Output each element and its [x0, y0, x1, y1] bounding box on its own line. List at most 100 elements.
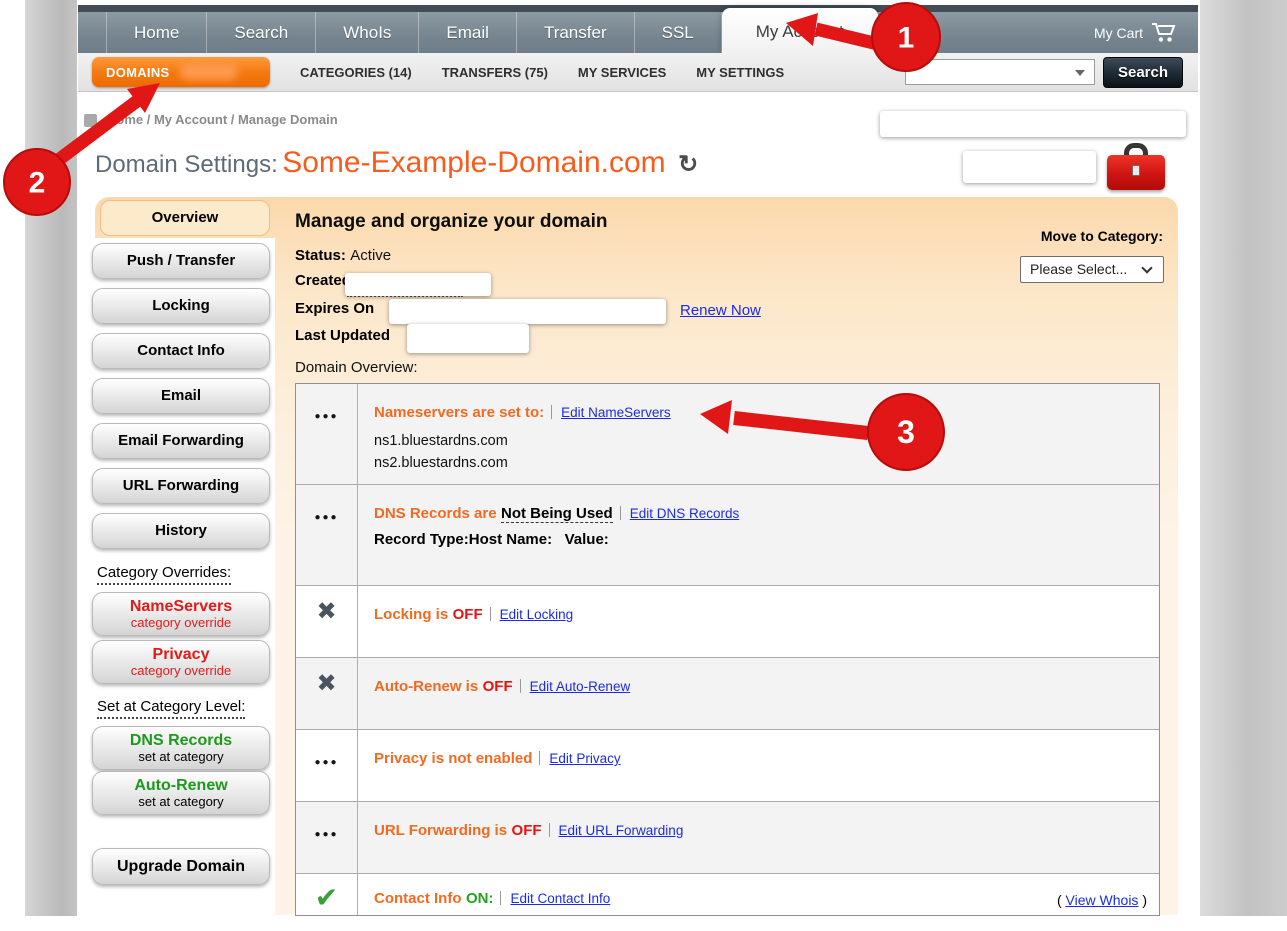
category-dns-records-button[interactable]: DNS Records set at category — [92, 726, 270, 770]
urlforwarding-status: OFF — [512, 822, 542, 839]
sidebar-tab-locking[interactable]: Locking — [92, 288, 270, 324]
edit-contact-info-link[interactable]: Edit Contact Info — [510, 891, 610, 906]
redacted-value — [963, 151, 1096, 183]
locking-status: OFF — [453, 606, 483, 623]
redacted-updated-date — [407, 324, 529, 353]
renew-now-link[interactable]: Renew Now — [680, 302, 761, 319]
move-to-category-label: Move to Category: — [1008, 228, 1163, 244]
category-select[interactable]: Please Select... — [1020, 256, 1164, 283]
edit-locking-link[interactable]: Edit Locking — [500, 607, 574, 622]
row-contact-info: ✔ Contact Info ON:Edit Contact Info ( Vi… — [296, 873, 1159, 915]
tab-home[interactable]: Home — [106, 12, 207, 53]
domains-label: DOMAINS — [106, 65, 170, 80]
sidebar-tab-overview[interactable]: Overview — [100, 200, 270, 236]
page-title: Domain Settings: — [95, 151, 278, 178]
nameservers-title: Nameservers are set to: — [374, 404, 544, 421]
sidebar-tab-url-forwarding[interactable]: URL Forwarding — [92, 468, 270, 504]
subnav-item-transfers[interactable]: TRANSFERS (75) — [442, 65, 548, 80]
domain-overview-table: ●●● Nameservers are set to: Edit NameServ… — [295, 383, 1160, 916]
row-dns-records: ●●● DNS Records are Not Being UsedEdit D… — [296, 484, 1159, 585]
sidebar-tab-email-forwarding[interactable]: Email Forwarding — [92, 423, 270, 459]
edit-dns-records-link[interactable]: Edit DNS Records — [630, 506, 740, 521]
edit-auto-renew-link[interactable]: Edit Auto-Renew — [530, 679, 631, 694]
domain-name: Some-Example-Domain.com — [282, 146, 665, 179]
domains-count-redaction — [180, 64, 238, 80]
tab-my-account[interactable]: My Account — [722, 8, 878, 53]
override-privacy-subtitle: category override — [93, 664, 269, 678]
row-url-forwarding: ●●● URL Forwarding is OFF Edit URL Forwar… — [296, 801, 1159, 873]
override-nameservers-title: NameServers — [93, 597, 269, 616]
toolbox-icon[interactable] — [1107, 143, 1165, 191]
my-cart-button[interactable]: My Cart — [1094, 12, 1198, 53]
breadcrumb: Home / My Account / Manage Domain — [107, 112, 338, 127]
status-label: Status: — [295, 247, 346, 264]
page-title-row: Domain Settings: Some-Example-Domain.com… — [95, 146, 698, 180]
redacted-expires-date — [389, 299, 666, 324]
main-nav: Home Search WhoIs Email Transfer SSL My … — [78, 12, 1198, 53]
category-dns-subtitle: set at category — [93, 750, 269, 764]
last-updated-label: Last Updated — [295, 327, 390, 344]
tab-whois[interactable]: WhoIs — [316, 12, 419, 53]
redacted-created-date — [345, 273, 491, 296]
sidebar-tab-push-transfer[interactable]: Push / Transfer — [92, 243, 270, 279]
x-icon: ✖ — [296, 658, 358, 729]
view-whois-note: ( View Whois ) — [1057, 892, 1147, 908]
separator — [490, 607, 491, 621]
page: Home Search WhoIs Email Transfer SSL My … — [0, 0, 1287, 931]
override-nameservers-subtitle: category override — [93, 616, 269, 630]
nameserver-1: ns1.bluestardns.com — [374, 430, 1145, 452]
category-dns-title: DNS Records — [93, 731, 269, 750]
urlforwarding-title: URL Forwarding is — [374, 822, 507, 839]
refresh-icon[interactable]: ↻ — [678, 151, 698, 178]
contact-status: ON: — [466, 890, 494, 907]
locking-title: Locking is — [374, 606, 448, 623]
sidebar-tab-history[interactable]: History — [92, 513, 270, 549]
category-autorenew-button[interactable]: Auto-Renew set at category — [92, 771, 270, 815]
edit-privacy-link[interactable]: Edit Privacy — [549, 751, 620, 766]
subnav-item-my-settings[interactable]: MY SETTINGS — [696, 65, 784, 80]
toolbox-clasp — [1132, 165, 1140, 176]
autorenew-status: OFF — [483, 678, 513, 695]
override-nameservers-button[interactable]: NameServers category override — [92, 592, 270, 636]
autorenew-title: Auto-Renew is — [374, 678, 478, 695]
category-level-heading: Set at Category Level: — [97, 698, 245, 719]
domain-overview-label: Domain Overview: — [295, 359, 418, 376]
upgrade-domain-button[interactable]: Upgrade Domain — [92, 848, 270, 885]
section-heading: Manage and organize your domain — [295, 211, 608, 233]
x-icon: ✖ — [296, 586, 358, 657]
desktop-margin-right — [1200, 0, 1287, 916]
privacy-title: Privacy is not enabled — [374, 750, 532, 767]
sidebar-tab-email[interactable]: Email — [92, 378, 270, 414]
search-button[interactable]: Search — [1103, 57, 1183, 88]
separator — [549, 823, 550, 837]
nameserver-2: ns2.bluestardns.com — [374, 452, 1145, 474]
edit-nameservers-link[interactable]: Edit NameServers — [561, 405, 671, 420]
edit-url-forwarding-link[interactable]: Edit URL Forwarding — [559, 823, 684, 838]
domain-search-combobox[interactable] — [905, 59, 1095, 85]
dots-icon: ●●● — [296, 730, 358, 801]
view-whois-link[interactable]: View Whois — [1066, 892, 1139, 908]
chevron-down-icon[interactable] — [1075, 70, 1085, 76]
tab-email[interactable]: Email — [419, 12, 517, 53]
chevron-down-icon — [1141, 262, 1152, 273]
home-icon — [84, 114, 97, 127]
row-locking: ✖ Locking is OFF Edit Locking — [296, 585, 1159, 657]
dns-status: Not Being Used — [501, 505, 613, 523]
dns-title: DNS Records are — [374, 505, 497, 522]
tab-ssl[interactable]: SSL — [635, 12, 722, 53]
subnav-item-my-services[interactable]: MY SERVICES — [578, 65, 666, 80]
sidebar-tab-contact-info[interactable]: Contact Info — [92, 333, 270, 369]
subnav-item-categories[interactable]: CATEGORIES (14) — [300, 65, 412, 80]
check-icon: ✔ — [296, 874, 358, 915]
category-autorenew-subtitle: set at category — [93, 795, 269, 809]
tab-transfer[interactable]: Transfer — [517, 12, 635, 53]
cart-icon — [1151, 22, 1178, 43]
category-select-value: Please Select... — [1030, 261, 1127, 277]
desktop-margin-left — [25, 0, 77, 916]
separator — [500, 891, 501, 905]
row-nameservers: ●●● Nameservers are set to:Edit NameServ… — [296, 384, 1159, 484]
tab-search[interactable]: Search — [207, 12, 316, 53]
subnav-item-domains[interactable]: DOMAINS — [92, 57, 270, 87]
dots-icon: ●●● — [296, 802, 358, 873]
override-privacy-button[interactable]: Privacy category override — [92, 640, 270, 684]
